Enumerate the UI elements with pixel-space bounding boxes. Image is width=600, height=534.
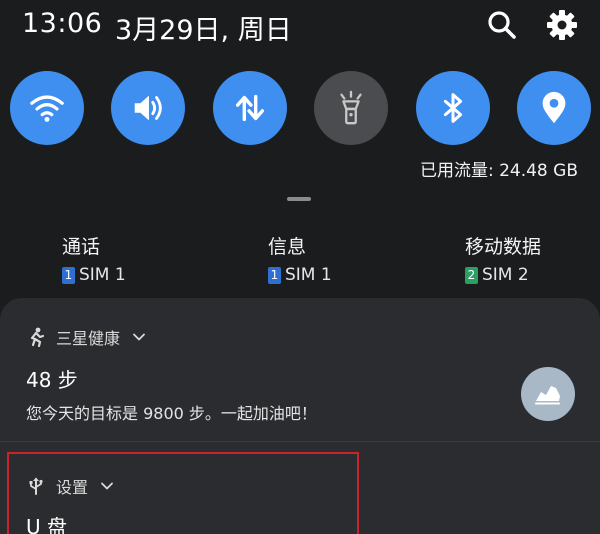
sound-toggle[interactable]	[111, 71, 185, 145]
sim-label: SIM 1	[79, 265, 126, 285]
notification-divider	[0, 441, 600, 442]
bluetooth-icon	[443, 93, 463, 123]
sim-shortcut-title: 通话	[62, 236, 101, 258]
wifi-icon	[30, 95, 64, 122]
location-icon	[542, 91, 566, 124]
panel-drag-handle[interactable]	[287, 197, 311, 201]
status-row: 13:06 3月29日, 周日	[0, 0, 600, 52]
sim-shortcut-title: 信息	[268, 236, 307, 258]
runner-icon	[30, 327, 45, 347]
sim-label: SIM 1	[285, 265, 332, 285]
notification-app-name: 三星健康	[56, 329, 121, 348]
sim-label: SIM 2	[482, 265, 529, 285]
flashlight-toggle[interactable]	[314, 71, 388, 145]
chevron-down-icon[interactable]	[132, 330, 146, 344]
notification-action-button[interactable]	[521, 367, 575, 421]
date: 3月29日, 周日	[115, 15, 292, 46]
highlight-box	[7, 452, 359, 534]
sim-shortcut-title: 移动数据	[465, 236, 542, 258]
clock: 13:06	[22, 8, 103, 39]
sim-badge: 2	[465, 266, 478, 284]
notification-text: 您今天的目标是 9800 步。一起加油吧！	[26, 404, 317, 423]
sim-shortcut-message[interactable]: 信息 1 SIM 1	[268, 232, 332, 285]
notification-health-header[interactable]: 三星健康	[26, 325, 156, 349]
sim-badge: 1	[62, 266, 75, 284]
sim-shortcuts: 通话 1 SIM 1 信息 1 SIM 1 移动数据 2 SIM 2	[0, 232, 600, 288]
gear-icon[interactable]	[546, 9, 578, 41]
shoe-icon	[535, 386, 560, 405]
bluetooth-toggle[interactable]	[416, 71, 490, 145]
quick-toggles	[0, 71, 600, 145]
mobile-data-icon	[235, 94, 265, 122]
location-toggle[interactable]	[517, 71, 591, 145]
search-icon[interactable]	[486, 9, 518, 41]
sim-shortcut-mobile-data[interactable]: 移动数据 2 SIM 2	[465, 232, 541, 285]
sound-icon	[134, 95, 162, 121]
wifi-toggle[interactable]	[10, 71, 84, 145]
flashlight-icon	[340, 90, 362, 125]
notification-title: 48 步	[26, 368, 78, 392]
sim-badge: 1	[268, 266, 281, 284]
notification-panel: 13:06 3月29日, 周日 已用流量: 24.48 GB 通话 1 SIM …	[0, 0, 600, 534]
mobile-data-toggle[interactable]	[213, 71, 287, 145]
sim-shortcut-call[interactable]: 通话 1 SIM 1	[62, 232, 126, 285]
data-usage-label: 已用流量: 24.48 GB	[419, 161, 578, 181]
